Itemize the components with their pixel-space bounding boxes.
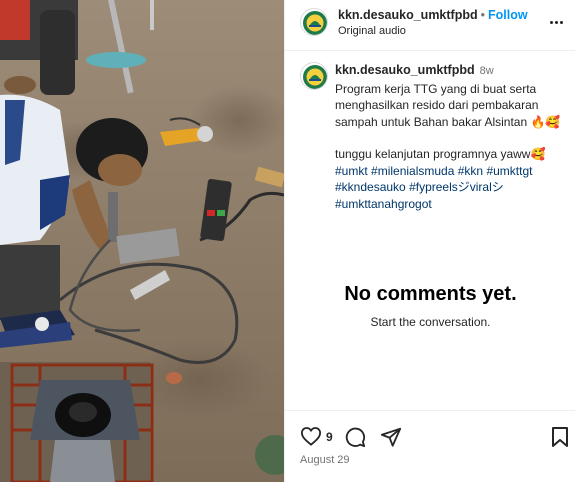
hashtag-link[interactable]: #fypreelsジviralシ [409,180,504,194]
caption-text-2: tunggu kelanjutan programnya yaww🥰 [335,147,546,161]
post-date: August 29 [300,454,350,466]
comment-icon[interactable] [344,426,366,453]
like-count[interactable]: 9 [326,430,333,444]
header-user-line: kkn.desauko_umktfpbd • Follow [338,8,528,22]
profile-logo [301,9,327,35]
post-actions: 9 August 29 [285,410,575,482]
avatar[interactable] [300,62,328,90]
bookmark-icon[interactable] [551,426,569,453]
hashtag-list: #umkt #milenialsmuda #kkn #umkttgt #kknd… [335,163,567,213]
heart-icon[interactable] [300,426,322,451]
comments-empty-title: No comments yet. [344,283,517,305]
hashtag-link[interactable]: #kkn [458,164,483,178]
caption-text: Program kerja TTG yang di buat serta men… [335,81,561,129]
post-media[interactable] [0,0,284,482]
post-video-frame [0,0,284,482]
hashtag-link[interactable]: #kkndesauko [335,180,406,194]
profile-logo [301,63,327,89]
post-age: 8w [479,65,494,77]
comments-empty-state: No comments yet. Start the conversation. [285,283,575,329]
hashtag-link[interactable]: #milenialsmuda [371,164,454,178]
audio-link[interactable]: Original audio [338,25,406,37]
caption-username[interactable]: kkn.desauko_umktfpbd [335,63,475,77]
hashtag-link[interactable]: #umkt [335,164,368,178]
comments-empty-subtitle: Start the conversation. [370,315,491,329]
avatar[interactable] [300,8,328,36]
more-options-icon[interactable] [546,12,566,32]
header-username[interactable]: kkn.desauko_umktfpbd [338,8,478,22]
share-icon[interactable] [380,426,402,453]
hashtag-link[interactable]: #umkttgt [486,164,532,178]
post-side-panel: kkn.desauko_umktfpbd • Follow Original aud… [284,0,575,482]
hashtag-link[interactable]: #umkttanahgrogot [335,197,432,211]
follow-button[interactable]: Follow [488,8,528,22]
post-header: kkn.desauko_umktfpbd • Follow Original aud… [285,0,575,51]
separator-dot: • [480,8,486,22]
caption-body: kkn.desauko_umktfpbd 8w Program kerja TTG… [335,62,567,212]
